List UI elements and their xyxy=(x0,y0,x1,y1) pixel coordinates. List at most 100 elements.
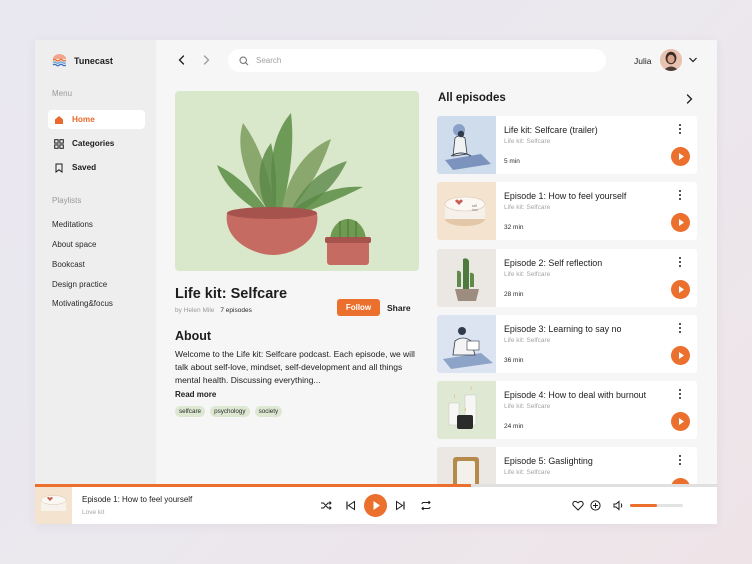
episode-card[interactable]: self love Episode 1: How to feel yoursel… xyxy=(437,182,697,240)
playlists-label: Playlists xyxy=(52,196,82,205)
playlist-item[interactable]: Design practice xyxy=(52,280,107,289)
play-icon xyxy=(679,286,684,293)
chevron-down-icon[interactable] xyxy=(688,56,698,64)
back-arrow-icon[interactable] xyxy=(176,54,188,66)
follow-button[interactable]: Follow xyxy=(337,299,380,316)
app-window: Tunecast Menu Home Categories Saved Play… xyxy=(35,40,717,524)
search-input[interactable]: Search xyxy=(228,49,606,72)
episode-title: Episode 5: Gaslighting xyxy=(504,456,593,466)
volume-slider-fill xyxy=(630,504,657,507)
sidebar-item-label: Categories xyxy=(72,139,115,148)
episode-card[interactable]: Episode 4: How to deal with burnout Life… xyxy=(437,381,697,439)
play-button[interactable] xyxy=(671,147,690,166)
sidebar-item-home[interactable]: Home xyxy=(48,110,145,129)
tag[interactable]: psychology xyxy=(210,406,250,417)
skip-back-icon[interactable] xyxy=(345,500,356,511)
more-vertical-icon[interactable] xyxy=(675,388,685,400)
about-heading: About xyxy=(175,329,212,343)
episode-duration: 5 min xyxy=(504,158,520,165)
read-more-link[interactable]: Read more xyxy=(175,390,216,399)
play-icon xyxy=(679,219,684,226)
now-playing-subtitle: Love kit xyxy=(82,509,105,516)
episode-show: Life kit: Selfcare xyxy=(504,204,551,211)
forward-arrow-icon[interactable] xyxy=(200,54,212,66)
episode-show: Life kit: Selfcare xyxy=(504,403,551,410)
episode-title: Episode 3: Learning to say no xyxy=(504,324,622,334)
heart-icon[interactable] xyxy=(572,500,584,511)
tag[interactable]: society xyxy=(254,406,283,417)
skip-forward-icon[interactable] xyxy=(395,500,406,511)
sidebar-item-label: Home xyxy=(72,115,95,124)
more-vertical-icon[interactable] xyxy=(675,454,685,466)
episode-duration: 24 min xyxy=(504,423,524,430)
episode-show: Life kit: Selfcare xyxy=(504,337,551,344)
play-icon xyxy=(679,153,684,160)
reading-person-icon xyxy=(437,315,496,373)
podcast-meta: by Helen Mile 7 episodes xyxy=(175,307,252,314)
episode-show: Life kit: Selfcare xyxy=(504,138,551,145)
share-button[interactable]: Share xyxy=(387,299,411,316)
more-vertical-icon[interactable] xyxy=(675,322,685,334)
playlist-item[interactable]: About space xyxy=(52,240,96,249)
episode-card[interactable]: Episode 2: Self reflection Life kit: Sel… xyxy=(437,249,697,307)
episode-title: Episode 2: Self reflection xyxy=(504,258,603,268)
episode-show: Life kit: Selfcare xyxy=(504,271,551,278)
search-icon xyxy=(239,55,249,65)
episode-show: Life kit: Selfcare xyxy=(504,469,551,476)
more-vertical-icon[interactable] xyxy=(675,189,685,201)
menu-label: Menu xyxy=(52,89,73,98)
chevron-right-icon[interactable] xyxy=(683,93,695,105)
volume-icon[interactable] xyxy=(613,500,625,511)
playlist-item[interactable]: Bookcast xyxy=(52,260,85,269)
episodes-count: 7 episodes xyxy=(220,307,252,314)
mirror-icon xyxy=(437,447,496,484)
grid-icon xyxy=(54,138,64,149)
play-button[interactable] xyxy=(671,213,690,232)
play-button[interactable] xyxy=(671,280,690,299)
sidebar-item-categories[interactable]: Categories xyxy=(48,134,145,153)
sidebar-item-saved[interactable]: Saved xyxy=(48,158,145,177)
shuffle-icon[interactable] xyxy=(320,500,332,511)
tunecast-logo-icon xyxy=(52,54,67,67)
brand[interactable]: Tunecast xyxy=(52,54,113,67)
home-icon xyxy=(55,115,63,124)
episode-card[interactable]: Episode 3: Learning to say no Life kit: … xyxy=(437,315,697,373)
svg-text:love: love xyxy=(472,208,478,212)
episodes-heading: All episodes xyxy=(438,92,506,104)
bookmark-icon xyxy=(55,163,63,173)
tag-list: selfcare psychology society xyxy=(175,406,283,417)
podcast-author[interactable]: by Helen Mile xyxy=(175,307,214,314)
plants-illustration-icon xyxy=(217,113,371,265)
episode-list: Life kit: Selfcare (trailer) Life kit: S… xyxy=(437,116,697,484)
add-circle-icon[interactable] xyxy=(590,500,601,511)
volume-slider[interactable] xyxy=(630,504,683,507)
avatar[interactable] xyxy=(660,49,682,71)
tag[interactable]: selfcare xyxy=(175,406,206,417)
sidebar-item-label: Saved xyxy=(72,163,97,172)
about-text: Welcome to the Life kit: Selfcare podcas… xyxy=(175,349,415,385)
podcast-title: Life kit: Selfcare xyxy=(175,286,288,302)
user-avatar-icon xyxy=(660,49,682,71)
box-icon: self love xyxy=(437,182,496,240)
playlist-item[interactable]: Motivating&focus xyxy=(52,299,113,308)
episode-title: Episode 1: How to feel yourself xyxy=(504,191,627,201)
play-button[interactable] xyxy=(671,412,690,431)
brand-name: Tunecast xyxy=(74,55,113,66)
sidebar: Tunecast Menu Home Categories Saved Play… xyxy=(35,40,156,484)
more-vertical-icon[interactable] xyxy=(675,256,685,268)
play-icon xyxy=(679,418,684,425)
more-vertical-icon[interactable] xyxy=(675,123,685,135)
repeat-icon[interactable] xyxy=(420,500,432,511)
playlist-item[interactable]: Meditations xyxy=(52,220,93,229)
play-button[interactable] xyxy=(671,346,690,365)
user-name[interactable]: Julia xyxy=(634,56,651,66)
meditation-person-icon xyxy=(437,116,496,174)
episode-card[interactable]: Life kit: Selfcare (trailer) Life kit: S… xyxy=(437,116,697,174)
episode-duration: 28 min xyxy=(504,291,524,298)
episode-card[interactable]: Episode 5: Gaslighting Life kit: Selfcar… xyxy=(437,447,697,484)
cactus-icon xyxy=(437,249,496,307)
episode-title: Life kit: Selfcare (trailer) xyxy=(504,125,598,135)
now-playing-title: Episode 1: How to feel yourself xyxy=(82,495,193,504)
main-play-button[interactable] xyxy=(364,494,387,517)
search-placeholder: Search xyxy=(256,56,282,65)
